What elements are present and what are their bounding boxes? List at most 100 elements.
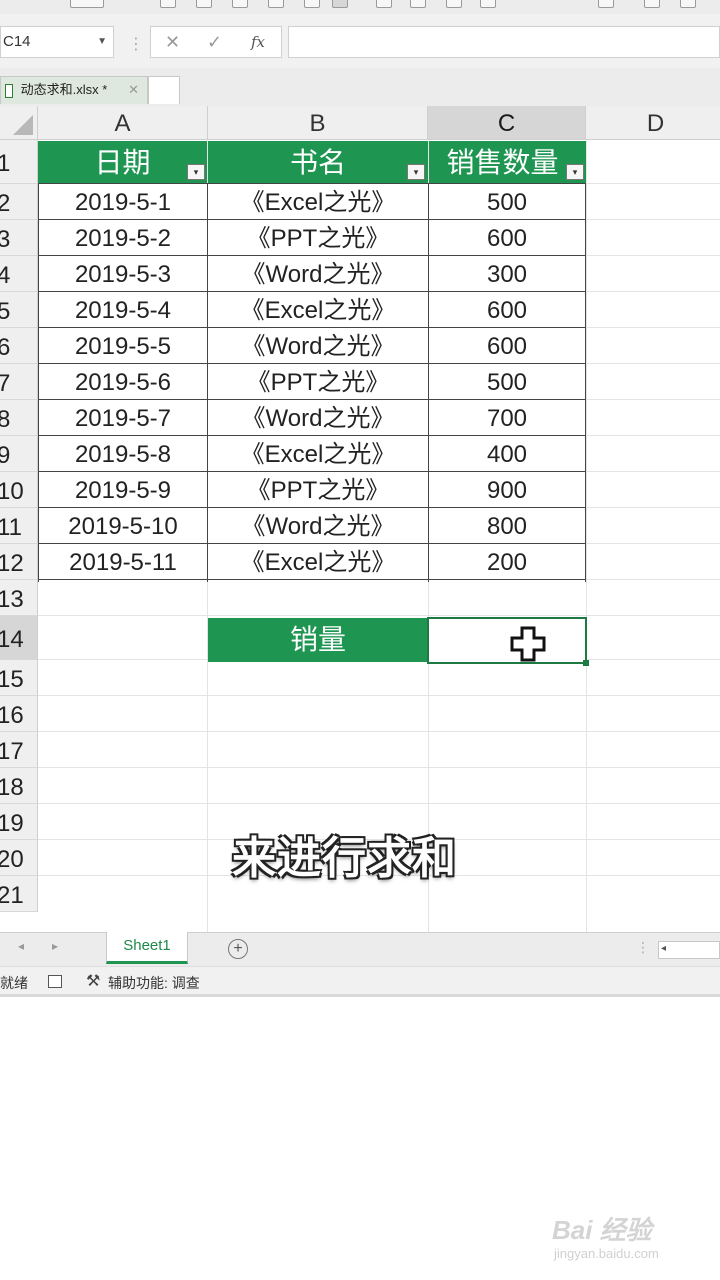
row-header-8[interactable]: 8 [0, 400, 38, 436]
date-cell[interactable]: 2019-5-2 [38, 220, 208, 256]
quantity-cell[interactable]: 300 [428, 256, 586, 292]
file-tab[interactable]: 动态求和.xlsx * ✕ [0, 76, 148, 104]
filter-dropdown-icon[interactable]: ▾ [187, 164, 205, 180]
toolbar-button[interactable] [70, 0, 104, 8]
horizontal-scrollbar[interactable]: ◂ [658, 941, 720, 959]
title-cell[interactable]: 《PPT之光》 [208, 364, 428, 400]
select-all-corner[interactable] [0, 106, 38, 140]
accessibility-status[interactable]: 辅助功能: 调查 [108, 973, 200, 993]
row-header-10[interactable]: 10 [0, 472, 38, 508]
insert-function-icon[interactable]: fx [251, 29, 265, 55]
row-header-21[interactable]: 21 [0, 876, 38, 912]
sales-total-label[interactable]: 销量 [208, 618, 428, 662]
quantity-cell[interactable]: 600 [428, 292, 586, 328]
toolbar-button[interactable] [598, 0, 614, 8]
quantity-cell[interactable]: 600 [428, 328, 586, 364]
row-header-11[interactable]: 11 [0, 508, 38, 544]
title-cell[interactable]: 《Excel之光》 [208, 292, 428, 328]
date-cell[interactable]: 2019-5-4 [38, 292, 208, 328]
column-header-b[interactable]: B [208, 106, 428, 140]
row-header-20[interactable]: 20 [0, 840, 38, 876]
row-header-2[interactable]: 2 [0, 184, 38, 220]
toolbar-button[interactable] [160, 0, 176, 8]
row-header-12[interactable]: 12 [0, 544, 38, 580]
title-cell[interactable]: 《Excel之光》 [208, 184, 428, 220]
title-cell[interactable]: 《Excel之光》 [208, 544, 428, 580]
row-header-15[interactable]: 15 [0, 660, 38, 696]
title-cell[interactable]: 《Word之光》 [208, 400, 428, 436]
fill-handle[interactable] [583, 660, 589, 666]
prev-sheet-icon[interactable]: ◂ [18, 939, 24, 953]
quantity-cell[interactable]: 200 [428, 544, 586, 580]
row-header-6[interactable]: 6 [0, 328, 38, 364]
toolbar-button[interactable] [304, 0, 320, 8]
date-cell[interactable]: 2019-5-7 [38, 400, 208, 436]
row-header-3[interactable]: 3 [0, 220, 38, 256]
title-cell[interactable]: 《PPT之光》 [208, 472, 428, 508]
toolbar-button[interactable] [196, 0, 212, 8]
date-cell[interactable]: 2019-5-10 [38, 508, 208, 544]
cancel-icon[interactable]: ✕ [165, 29, 180, 55]
column-header-a[interactable]: A [38, 106, 208, 140]
toolbar-button[interactable] [410, 0, 426, 8]
selected-cell-c14[interactable] [427, 617, 587, 664]
row-header-7[interactable]: 7 [0, 364, 38, 400]
date-cell[interactable]: 2019-5-5 [38, 328, 208, 364]
title-cell[interactable]: 《Word之光》 [208, 256, 428, 292]
date-cell[interactable]: 2019-5-8 [38, 436, 208, 472]
add-sheet-icon[interactable]: + [228, 939, 248, 959]
filter-dropdown-icon[interactable]: ▾ [407, 164, 425, 180]
more-options-icon[interactable]: ⋮ [636, 939, 650, 956]
header-cell-quantity[interactable]: 销售数量 [429, 141, 586, 184]
row-header-18[interactable]: 18 [0, 768, 38, 804]
toolbar-button[interactable] [376, 0, 392, 8]
row-header-16[interactable]: 16 [0, 696, 38, 732]
next-sheet-icon[interactable]: ▸ [52, 939, 58, 953]
toolbar-button[interactable] [268, 0, 284, 8]
enter-icon[interactable]: ✓ [207, 29, 222, 55]
row-header-19[interactable]: 19 [0, 804, 38, 840]
row-header-17[interactable]: 17 [0, 732, 38, 768]
close-icon[interactable]: ✕ [128, 77, 139, 103]
toolbar-button[interactable] [446, 0, 462, 8]
toolbar-button[interactable] [480, 0, 496, 8]
accessibility-icon[interactable]: ⚒ [86, 971, 100, 991]
more-options-icon[interactable]: ⋮ [128, 34, 144, 54]
new-tab-button[interactable] [148, 76, 180, 104]
column-header-c[interactable]: C [428, 106, 586, 140]
row-header-14[interactable]: 14 [0, 616, 38, 660]
quantity-cell[interactable]: 800 [428, 508, 586, 544]
date-cell[interactable]: 2019-5-6 [38, 364, 208, 400]
title-cell[interactable]: 《PPT之光》 [208, 220, 428, 256]
name-box[interactable]: C14 ▼ [0, 26, 114, 58]
header-cell-title[interactable]: 书名 [208, 141, 428, 184]
quantity-cell[interactable]: 700 [428, 400, 586, 436]
scroll-left-icon[interactable]: ◂ [661, 943, 666, 954]
toolbar-button[interactable] [644, 0, 660, 8]
quantity-cell[interactable]: 500 [428, 364, 586, 400]
quantity-cell[interactable]: 500 [428, 184, 586, 220]
row-header-13[interactable]: 13 [0, 580, 38, 616]
title-cell[interactable]: 《Word之光》 [208, 508, 428, 544]
title-cell[interactable]: 《Word之光》 [208, 328, 428, 364]
formula-input[interactable] [288, 26, 720, 58]
macro-record-icon[interactable] [48, 975, 62, 988]
chevron-down-icon[interactable]: ▼ [97, 27, 107, 57]
toolbar-button[interactable] [232, 0, 248, 8]
date-cell[interactable]: 2019-5-9 [38, 472, 208, 508]
quantity-cell[interactable]: 400 [428, 436, 586, 472]
sheet-tab-sheet1[interactable]: Sheet1 [106, 932, 188, 964]
date-cell[interactable]: 2019-5-1 [38, 184, 208, 220]
date-cell[interactable]: 2019-5-3 [38, 256, 208, 292]
row-header-1[interactable]: 1 [0, 140, 38, 184]
toolbar-button[interactable] [680, 0, 696, 8]
row-header-4[interactable]: 4 [0, 256, 38, 292]
header-cell-date[interactable]: 日期 [38, 141, 207, 184]
worksheet-grid[interactable]: A B C D 1 2 3 4 5 6 7 8 9 10 11 12 13 14 15 16 17 18 19 20 2… [0, 106, 720, 932]
title-cell[interactable]: 《Excel之光》 [208, 436, 428, 472]
row-header-5[interactable]: 5 [0, 292, 38, 328]
toolbar-button[interactable] [332, 0, 348, 8]
quantity-cell[interactable]: 600 [428, 220, 586, 256]
quantity-cell[interactable]: 900 [428, 472, 586, 508]
date-cell[interactable]: 2019-5-11 [38, 544, 208, 580]
